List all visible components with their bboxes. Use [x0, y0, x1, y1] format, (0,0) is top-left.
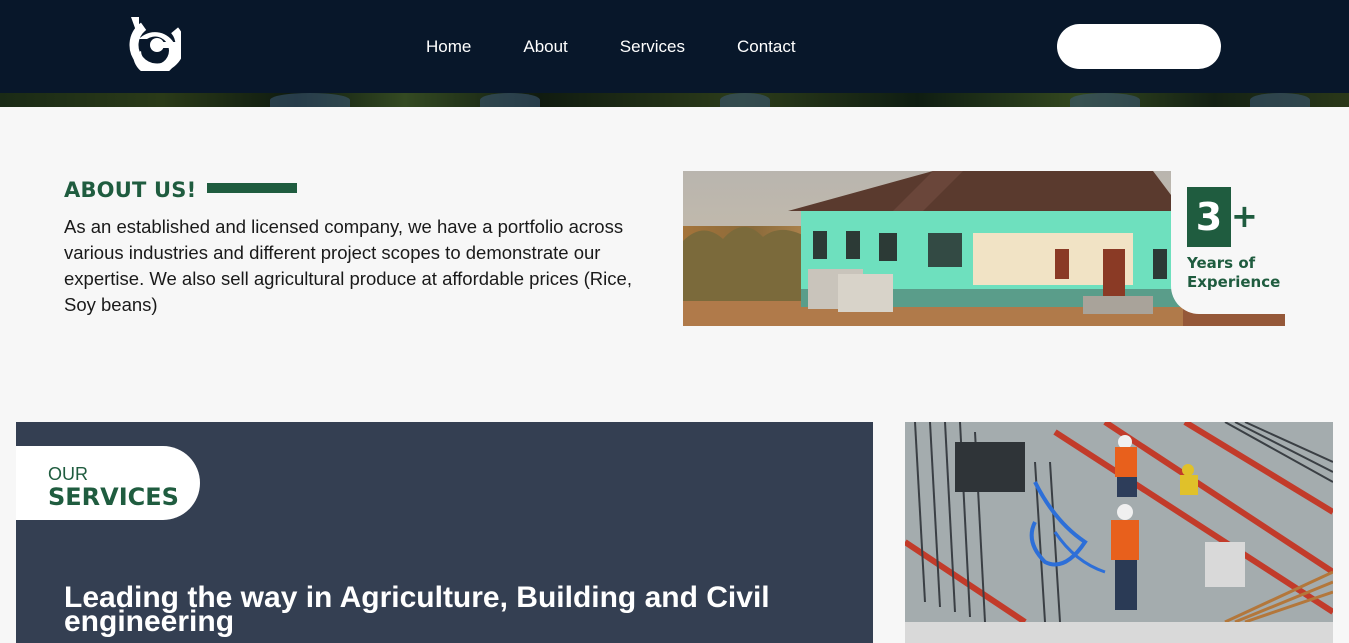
about-description: As an established and licensed company, …: [64, 216, 632, 315]
services-tag-small: OUR: [48, 464, 88, 484]
company-logo-icon[interactable]: [127, 15, 181, 71]
header-cta-button[interactable]: [1057, 24, 1221, 69]
about-heading-bar: [207, 183, 297, 193]
nav-contact-link[interactable]: Contact: [737, 36, 796, 58]
experience-plus: +: [1231, 197, 1258, 235]
main-nav: Home About Services Contact: [426, 36, 848, 58]
experience-number: 3: [1187, 187, 1231, 247]
services-tag: OUR SERVICES: [16, 446, 200, 520]
nav-about-link[interactable]: About: [523, 36, 567, 58]
about-heading: ABOUT US!: [64, 176, 196, 204]
experience-label-line2: Experience: [1187, 273, 1281, 291]
construction-workers-photo: [905, 422, 1333, 622]
services-headline: Leading the way in Agriculture, Building…: [64, 581, 770, 638]
nav-services-link[interactable]: Services: [620, 36, 685, 58]
services-tag-title: SERVICES: [48, 483, 179, 511]
experience-label: Years of Experience: [1187, 254, 1287, 292]
experience-label-line1: Years of: [1187, 254, 1256, 272]
about-title: ABOUT US!: [64, 178, 197, 202]
site-header: Home About Services Contact: [0, 0, 1349, 93]
hero-image-strip: [0, 93, 1349, 107]
nav-home-link[interactable]: Home: [426, 36, 471, 58]
services-photo-caption-bar: [905, 622, 1333, 643]
